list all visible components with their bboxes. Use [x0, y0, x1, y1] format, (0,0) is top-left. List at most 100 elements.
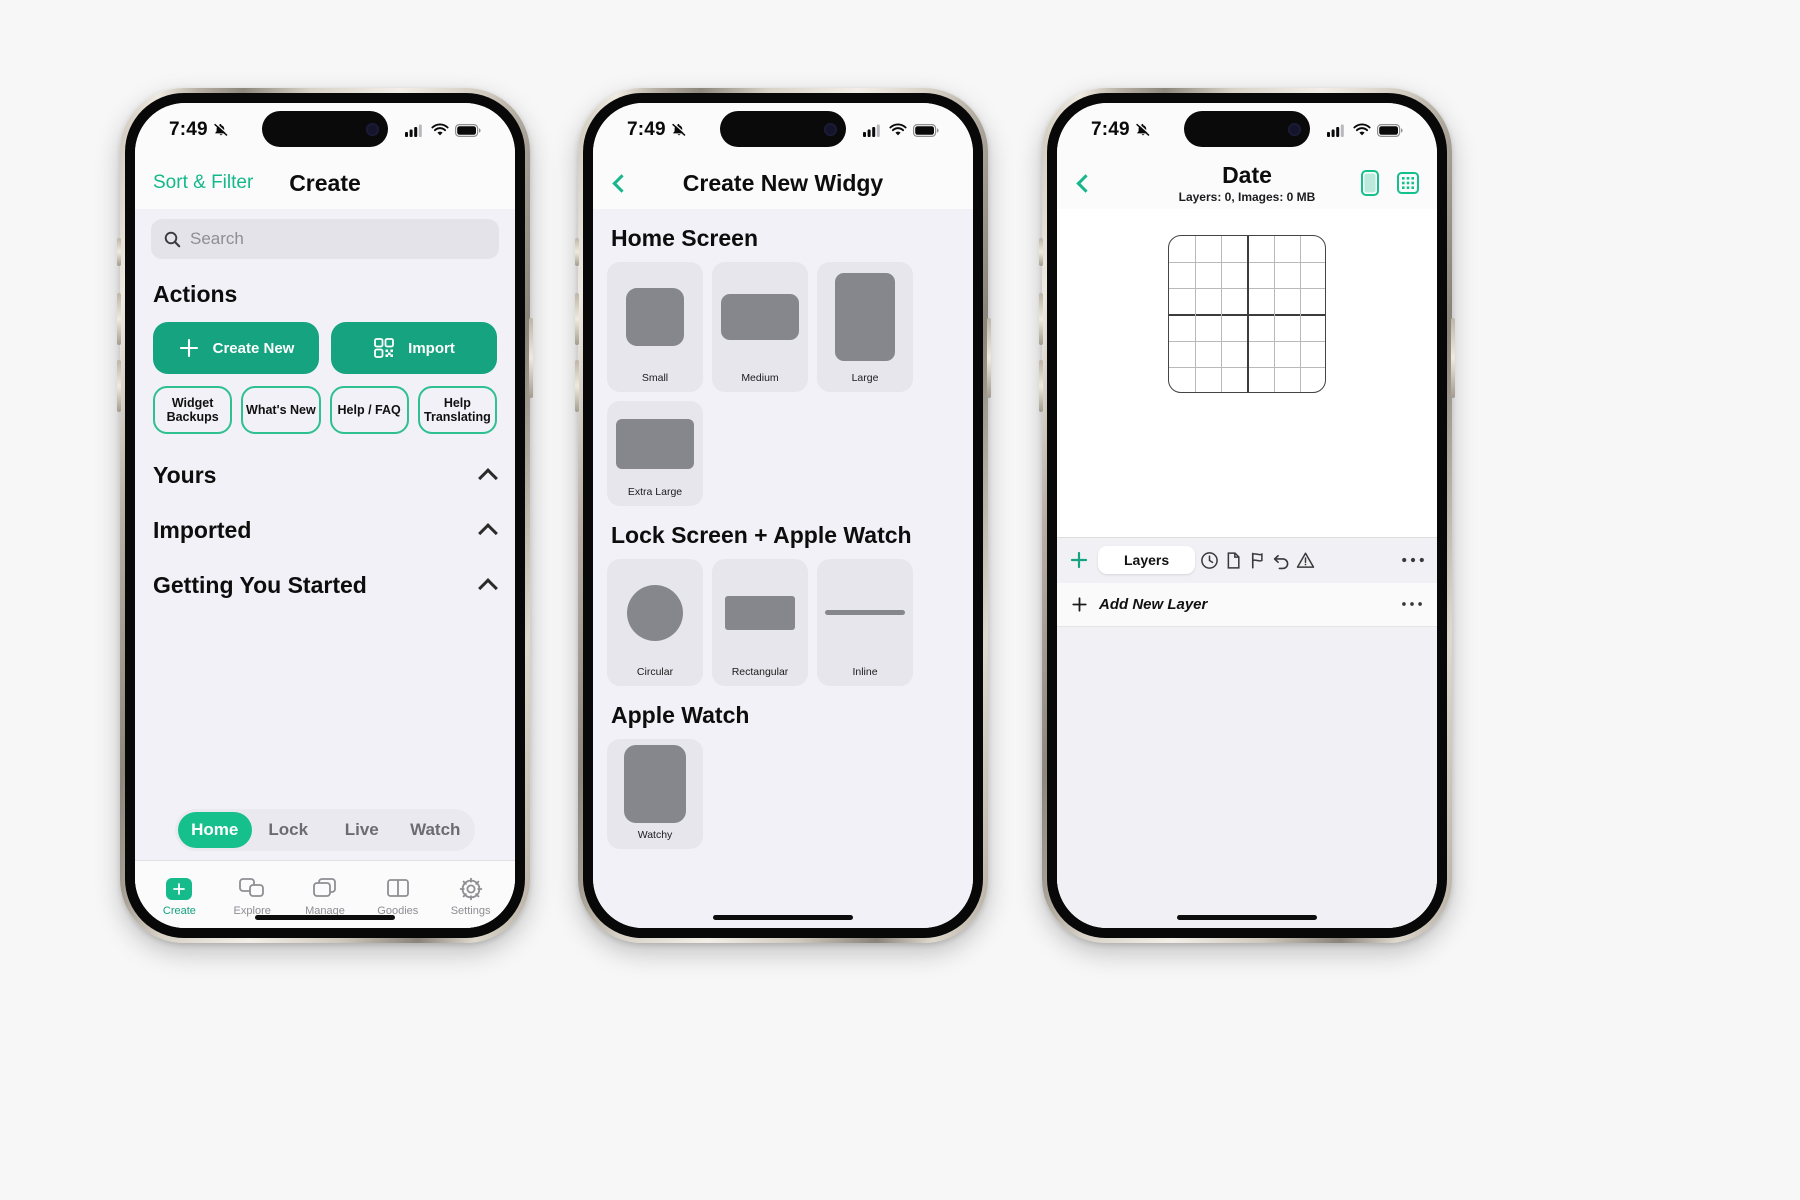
- whats-new-label: What's New: [246, 402, 316, 417]
- widget-size-large[interactable]: Large: [817, 262, 913, 392]
- volume-up-button[interactable]: [575, 293, 579, 345]
- widget-preview-watchy: [607, 739, 703, 829]
- square-shape: [626, 288, 684, 346]
- apple-watch-size-grid: Watchy: [593, 729, 973, 849]
- power-button[interactable]: [1451, 318, 1455, 398]
- more-icon[interactable]: [1401, 600, 1423, 608]
- battery-icon: [455, 123, 481, 137]
- sort-and-filter-button[interactable]: Sort & Filter: [153, 172, 253, 194]
- widget-preview-inline: [817, 559, 913, 666]
- widget-backups-button[interactable]: Widget Backups: [153, 386, 233, 434]
- widget-type-segmented-control[interactable]: Home Lock Live Watch: [175, 809, 475, 851]
- mute-switch[interactable]: [1039, 238, 1043, 266]
- widget-preview-medium: [712, 262, 808, 372]
- layers-empty-area: [1057, 626, 1437, 928]
- widget-grid-canvas[interactable]: [1168, 235, 1326, 393]
- tab-create-label: Create: [162, 904, 196, 917]
- mute-switch[interactable]: [575, 238, 579, 266]
- page-title: Create New Widgy: [682, 169, 884, 196]
- history-icon[interactable]: [1200, 551, 1219, 570]
- segment-home[interactable]: Home: [178, 812, 252, 848]
- tab-settings-label: Settings: [450, 904, 491, 917]
- status-bar: 7:49: [1057, 103, 1437, 157]
- wifi-icon: [1353, 123, 1371, 136]
- widget-backups-label: Widget Backups: [166, 395, 219, 424]
- xwide-shape: [616, 418, 694, 469]
- home-screen-size-grid: Small Medium Large Extra Large: [593, 252, 973, 506]
- whats-new-button[interactable]: What's New: [241, 386, 321, 434]
- tab-explore[interactable]: Explore: [216, 877, 289, 917]
- segment-live[interactable]: Live: [325, 812, 399, 848]
- phone-2: 7:49 Create New Widgy Home Screen Small …: [575, 88, 991, 943]
- volume-down-button[interactable]: [117, 360, 121, 412]
- create-new-button[interactable]: Create New: [153, 322, 319, 374]
- power-button[interactable]: [987, 318, 991, 398]
- tab-create[interactable]: Create: [143, 877, 216, 917]
- phone-2-navbar: Create New Widgy: [593, 157, 973, 209]
- section-yours[interactable]: Yours: [135, 462, 515, 489]
- line-shape: [825, 610, 905, 615]
- status-bar: 7:49: [135, 103, 515, 157]
- phone-3-bezel: 7:49 Date Layers: 0, Images: 0 MB Layers…: [1047, 93, 1447, 938]
- chevron-left-icon[interactable]: [1076, 173, 1095, 193]
- layers-tab[interactable]: Layers: [1098, 546, 1196, 574]
- phone-preview-icon[interactable]: [1361, 170, 1379, 196]
- phone-1-screen: 7:49 Sort & Filter Create Search Actions…: [135, 103, 515, 928]
- widget-size-rectangular[interactable]: Rectangular: [712, 559, 808, 686]
- section-getting-you-started[interactable]: Getting You Started: [135, 572, 515, 599]
- home-indicator[interactable]: [1177, 915, 1317, 920]
- flag-icon[interactable]: [1248, 551, 1267, 570]
- mute-switch[interactable]: [117, 238, 121, 266]
- search-placeholder: Search: [190, 229, 244, 248]
- document-icon[interactable]: [1224, 551, 1243, 570]
- more-options-button[interactable]: [1401, 556, 1425, 564]
- widget-size-medium[interactable]: Medium: [712, 262, 808, 392]
- wide-shape: [721, 294, 799, 340]
- two-squares-icon: [239, 878, 265, 897]
- gear-icon: [459, 877, 482, 900]
- import-button[interactable]: Import: [331, 322, 497, 374]
- status-time: 7:49: [627, 119, 666, 140]
- chevron-up-icon[interactable]: [478, 468, 498, 488]
- tab-goodies[interactable]: Goodies: [361, 877, 434, 917]
- segment-watch[interactable]: Watch: [399, 812, 473, 848]
- widget-preview-extra-large: [607, 401, 703, 486]
- tab-settings-icon-wrap: [458, 877, 484, 901]
- volume-up-button[interactable]: [1039, 293, 1043, 345]
- add-new-layer-row[interactable]: Add New Layer: [1057, 582, 1437, 627]
- navbar-right-actions: [1361, 170, 1419, 196]
- warning-icon[interactable]: [1296, 551, 1315, 570]
- phone-2-content: Home Screen Small Medium Large Extra Lar…: [593, 209, 973, 928]
- home-indicator[interactable]: [713, 915, 853, 920]
- widget-size-inline-label: Inline: [852, 666, 878, 678]
- widget-size-circular[interactable]: Circular: [607, 559, 703, 686]
- widget-size-extra-large[interactable]: Extra Large: [607, 401, 703, 506]
- section-imported-title: Imported: [153, 517, 252, 543]
- dynamic-island: [1184, 111, 1310, 147]
- undo-icon[interactable]: [1272, 551, 1291, 570]
- phone-3: 7:49 Date Layers: 0, Images: 0 MB Layers…: [1039, 88, 1455, 943]
- volume-up-button[interactable]: [117, 293, 121, 345]
- widget-size-watchy[interactable]: Watchy: [607, 739, 703, 849]
- grid-toggle-icon[interactable]: [1397, 172, 1419, 194]
- home-indicator[interactable]: [255, 915, 395, 920]
- segment-lock[interactable]: Lock: [252, 812, 326, 848]
- widget-size-inline[interactable]: Inline: [817, 559, 913, 686]
- volume-down-button[interactable]: [575, 360, 579, 412]
- volume-down-button[interactable]: [1039, 360, 1043, 412]
- tab-settings[interactable]: Settings: [434, 877, 507, 917]
- widget-size-small[interactable]: Small: [607, 262, 703, 392]
- power-button[interactable]: [529, 318, 533, 398]
- chevron-up-icon[interactable]: [478, 578, 498, 598]
- dynamic-island: [720, 111, 846, 147]
- search-input[interactable]: Search: [151, 219, 499, 259]
- plus-icon[interactable]: [1069, 550, 1089, 570]
- chevron-left-icon[interactable]: [612, 173, 631, 193]
- tab-manage[interactable]: Manage: [289, 877, 362, 917]
- section-imported[interactable]: Imported: [135, 517, 515, 544]
- help-translating-button[interactable]: Help Translating: [417, 386, 497, 434]
- widget-preview-circular: [607, 559, 703, 666]
- help-faq-button[interactable]: Help / FAQ: [329, 386, 409, 434]
- chevron-up-icon[interactable]: [478, 523, 498, 543]
- widget-canvas-area[interactable]: [1057, 209, 1437, 537]
